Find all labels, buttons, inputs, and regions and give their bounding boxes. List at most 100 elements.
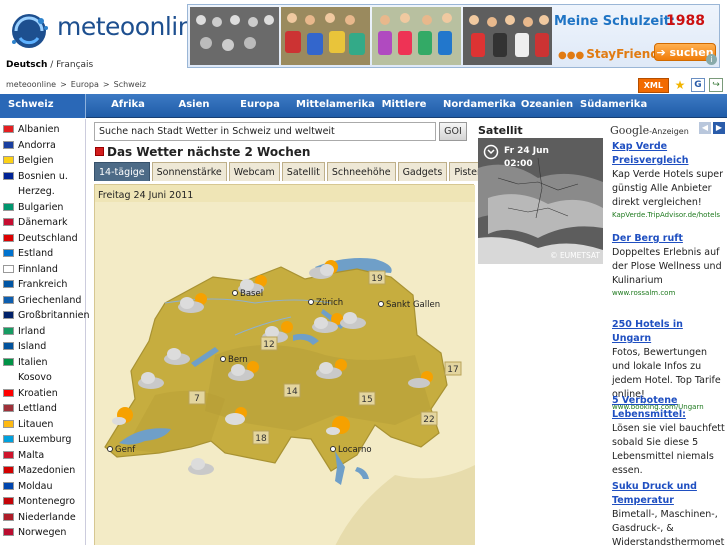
city-search-input[interactable]: Suche nach Stadt Wetter in Schweiz und w… (94, 122, 436, 141)
svg-text:17: 17 (447, 365, 458, 375)
tab-14-day[interactable]: 14-tägige (94, 162, 150, 181)
country-item[interactable]: Irland (3, 324, 85, 339)
country-flag-icon (3, 466, 14, 474)
ads-label: -Anzeigen (649, 127, 689, 136)
switzerland-weather-map[interactable]: 19 12 14 7 15 17 22 18 Basel Zürich Sank… (95, 185, 475, 545)
nav-suedamerika[interactable]: Südamerika (580, 94, 647, 118)
people-icon: ●●● (558, 50, 585, 61)
nav-europa[interactable]: Europa (234, 94, 286, 118)
svg-text:Sankt Gallen: Sankt Gallen (386, 300, 440, 310)
country-item[interactable]: Mazedonien (3, 463, 85, 478)
star-favorite-icon[interactable]: ★ (673, 78, 687, 92)
country-item[interactable]: Herzeg. (3, 184, 85, 199)
share-icon[interactable]: ↪ (709, 78, 723, 92)
country-item[interactable]: Albanien (3, 122, 85, 137)
country-item[interactable]: Griechenland (3, 293, 85, 308)
ad-kap-verde[interactable]: Kap Verde Preisvergleich Kap Verde Hotel… (612, 140, 725, 220)
satellite-image[interactable]: Fr 24 Jun 02:00 © EUMETSAT (478, 138, 603, 264)
language-francais[interactable]: Français (56, 60, 93, 70)
country-label: Bulgarien (18, 201, 64, 213)
google-ads-header: Google-Anzeigen (610, 124, 689, 137)
country-item[interactable]: Deutschland (3, 231, 85, 246)
city-sankt-gallen[interactable]: Sankt Gallen (378, 300, 441, 310)
country-item[interactable]: Norwegen (3, 525, 85, 540)
country-item[interactable]: Litauen (3, 417, 85, 432)
search-go-button[interactable]: GOI (439, 122, 467, 141)
tab-webcam[interactable]: Webcam (228, 162, 280, 181)
country-flag-icon (3, 218, 14, 226)
satellite-time: 02:00 (504, 159, 533, 169)
country-flag-icon (3, 280, 14, 288)
country-item[interactable]: Kosovo (3, 370, 85, 385)
temperature-marker: 12 (260, 336, 278, 351)
country-label: Kosovo (18, 372, 52, 383)
section-title-text: Das Wetter nächste 2 Wochen (107, 145, 311, 159)
country-list: Albanien Andorra Belgien Bosnien u. Herzeg. B… (0, 119, 90, 545)
country-item[interactable]: Kroatien (3, 386, 85, 401)
stayfriends-banner-ad[interactable]: Meine Schulzeit: 1988 ●●● StayFriends ➔ s… (187, 4, 720, 68)
ad-body: Kap Verde Hotels super günstig Alle Anbi… (612, 169, 724, 208)
country-item[interactable]: Dänemark (3, 215, 85, 230)
xml-feed-button[interactable]: XML (637, 77, 669, 93)
meteoonline-logo[interactable]: meteoonline (4, 8, 208, 54)
country-label: Moldau (18, 480, 53, 492)
country-flag-icon (3, 435, 14, 443)
ad-url[interactable]: www.rossalm.com (612, 288, 725, 298)
satellite-credit: © EUMETSAT (550, 251, 600, 260)
country-item[interactable]: Estland (3, 246, 85, 261)
country-item[interactable]: Moldau (3, 479, 85, 494)
ad-title[interactable]: Kap Verde Preisvergleich (612, 140, 725, 168)
country-item[interactable]: Lettland (3, 401, 85, 416)
country-item[interactable]: Italien (3, 355, 85, 370)
country-item[interactable]: Andorra (3, 138, 85, 153)
country-item[interactable]: Finnland (3, 262, 85, 277)
ad-suku-druck[interactable]: Suku Druck und Temperatur Bimetall-, Mas… (612, 480, 725, 545)
country-flag-icon (3, 450, 14, 459)
nav-asien[interactable]: Asien (170, 94, 218, 118)
country-item[interactable]: Island (3, 339, 85, 354)
nav-mittelamerika[interactable]: Mittelamerika (296, 94, 375, 118)
stayfriends-logo: ●●● StayFriends (558, 47, 666, 61)
nav-mittlere-osten[interactable]: Mittlere Osten (370, 94, 438, 132)
svg-text:15: 15 (361, 395, 372, 405)
country-item[interactable]: Großbritannien (3, 308, 90, 323)
country-flag-icon (3, 528, 14, 536)
ads-next-icon[interactable]: ▶ (713, 122, 725, 134)
country-item[interactable]: Bulgarien (3, 200, 85, 215)
country-flag-icon (3, 497, 14, 505)
tab-gadgets[interactable]: Gadgets (397, 162, 448, 181)
svg-text:Basel: Basel (240, 289, 263, 299)
tab-sun-strength[interactable]: Sonnenstärke (151, 162, 227, 181)
ad-verbotene-lebensmittel[interactable]: 5 Verbotene Lebensmittel: Lösen sie viel… (612, 394, 725, 478)
ad-url[interactable]: KapVerde.TripAdvisor.de/hotels (612, 210, 725, 220)
google-add-icon[interactable]: G (691, 78, 705, 92)
info-icon[interactable]: i (706, 54, 717, 65)
tab-satellite[interactable]: Satellit (281, 162, 325, 181)
ads-prev-icon[interactable]: ◀ (699, 122, 711, 134)
country-item[interactable]: Malta (3, 448, 85, 463)
ad-title[interactable]: 5 Verbotene Lebensmittel: (612, 394, 725, 422)
country-label: Kroatien (18, 387, 58, 399)
country-item[interactable]: Luxemburg (3, 432, 85, 447)
tab-snow-depth[interactable]: Schneehöhe (326, 162, 396, 181)
country-item[interactable]: Bosnien u. (3, 169, 85, 184)
class-photo-2 (281, 7, 370, 65)
section-title: Das Wetter nächste 2 Wochen (95, 145, 310, 159)
nav-afrika[interactable]: Afrika (103, 94, 153, 118)
country-item[interactable]: Frankreich (3, 277, 85, 292)
ad-title[interactable]: Der Berg ruft (612, 232, 725, 246)
country-item[interactable]: Montenegro (3, 494, 85, 509)
ad-title[interactable]: 250 Hotels in Ungarn (612, 318, 725, 346)
nav-schweiz[interactable]: Schweiz (0, 94, 86, 118)
nav-ozeanien[interactable]: Ozeanien (518, 94, 576, 118)
ad-title[interactable]: Suku Druck und Temperatur (612, 480, 725, 508)
country-label: Griechenland (18, 294, 82, 306)
country-item[interactable]: Belgien (3, 153, 85, 168)
country-item[interactable]: Niederlande (3, 510, 85, 525)
breadcrumb-europa[interactable]: Europa (71, 80, 99, 89)
language-deutsch[interactable]: Deutsch (6, 60, 47, 70)
ad-der-berg-ruft[interactable]: Der Berg ruft Doppeltes Erlebnis auf der… (612, 232, 725, 298)
svg-text:Zürich: Zürich (316, 298, 343, 308)
breadcrumb-home[interactable]: meteoonline (6, 80, 56, 89)
nav-nordamerika[interactable]: Nordamerika (443, 94, 516, 118)
